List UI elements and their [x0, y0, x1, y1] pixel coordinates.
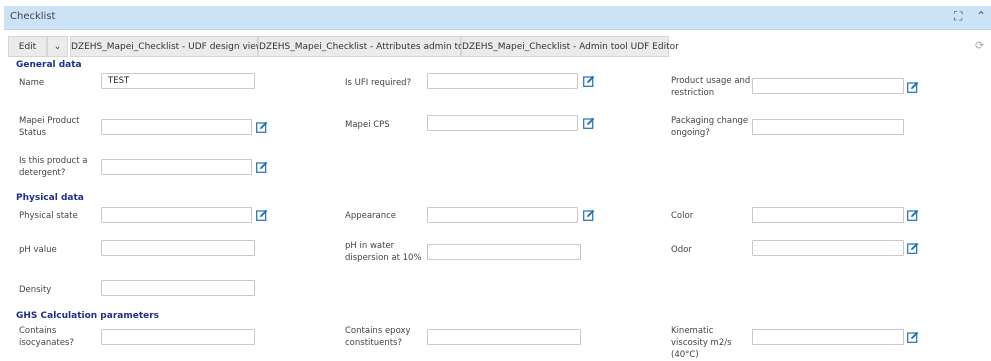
edit-pencil-icon[interactable]: [583, 117, 595, 129]
edit-pencil-icon[interactable]: [907, 331, 919, 343]
color-field[interactable]: [752, 207, 904, 223]
label-odor: Odor: [671, 245, 692, 255]
tab-attributes-admin-tool[interactable]: DZEHS_Mapei_Checklist - Attributes admin…: [258, 36, 472, 57]
label-product-usage: Product usage and restriction: [671, 76, 751, 98]
tab-admin-tool-udf-editor[interactable]: DZEHS_Mapei_Checklist - Admin tool UDF E…: [461, 36, 679, 57]
label-name: Name: [19, 78, 45, 88]
collapse-chevron-icon[interactable]: ⌃: [976, 9, 986, 23]
label-ph-value: pH value: [19, 245, 57, 255]
edit-pencil-icon[interactable]: [256, 121, 268, 133]
section-general-data: General data: [16, 60, 82, 70]
toolbar: Edit ⌄ DZEHS_Mapei_Checklist - UDF desig…: [8, 36, 991, 58]
label-epoxy: Contains epoxy constituents?: [345, 326, 411, 348]
label-packaging-change: Packaging change ongoing?: [671, 116, 749, 138]
packaging-change-field[interactable]: [752, 119, 904, 135]
ufi-required-field[interactable]: [427, 73, 578, 89]
label-kinematic-viscosity: Kinematic viscosity m2/s (40°C): [671, 326, 732, 360]
panel-title: Checklist: [10, 11, 56, 22]
tab-udf-design-view[interactable]: DZEHS_Mapei_Checklist - UDF design view: [70, 36, 263, 57]
density-field[interactable]: [101, 280, 255, 296]
label-appearance: Appearance: [345, 211, 397, 221]
edit-pencil-icon[interactable]: [907, 242, 919, 254]
label-ph-water: pH in water dispersion at 10%: [345, 241, 422, 263]
edit-pencil-icon[interactable]: [256, 161, 268, 173]
label-product-status: Mapei Product Status: [19, 116, 80, 138]
refresh-icon[interactable]: ⟳: [975, 39, 984, 52]
isocyanates-field[interactable]: [101, 329, 255, 345]
detergent-field[interactable]: [101, 159, 252, 175]
label-detergent: Is this product a detergent?: [19, 156, 88, 178]
section-physical-data: Physical data: [16, 193, 84, 203]
kinematic-viscosity-field[interactable]: [752, 329, 904, 345]
edit-pencil-icon[interactable]: [583, 209, 595, 221]
epoxy-field[interactable]: [427, 329, 581, 345]
panel-titlebar: Checklist ⛶ ⌃: [4, 6, 991, 30]
edit-pencil-icon[interactable]: [583, 75, 595, 87]
label-isocyanates: Contains isocyanates?: [19, 326, 75, 348]
edit-dropdown-button[interactable]: ⌄: [47, 36, 68, 57]
edit-button[interactable]: Edit: [8, 36, 47, 57]
edit-pencil-icon[interactable]: [907, 209, 919, 221]
physical-state-field[interactable]: [101, 207, 252, 223]
appearance-field[interactable]: [427, 207, 578, 223]
label-density: Density: [19, 285, 52, 295]
label-physical-state: Physical state: [19, 211, 78, 221]
label-mapei-cps: Mapei CPS: [345, 120, 390, 130]
name-field[interactable]: [101, 73, 255, 89]
label-ufi-required: Is UFI required?: [345, 78, 412, 88]
top-strip: [0, 0, 991, 4]
product-usage-field[interactable]: [752, 78, 904, 94]
label-color: Color: [671, 211, 694, 221]
expand-icon[interactable]: ⛶: [954, 9, 962, 24]
odor-field[interactable]: [752, 240, 904, 256]
section-ghs-parameters: GHS Calculation parameters: [16, 311, 160, 321]
edit-pencil-icon[interactable]: [256, 209, 268, 221]
ph-water-field[interactable]: [427, 244, 581, 260]
edit-pencil-icon[interactable]: [907, 81, 919, 93]
mapei-cps-field[interactable]: [427, 115, 578, 131]
ph-value-field[interactable]: [101, 240, 255, 256]
product-status-field[interactable]: [101, 119, 252, 135]
